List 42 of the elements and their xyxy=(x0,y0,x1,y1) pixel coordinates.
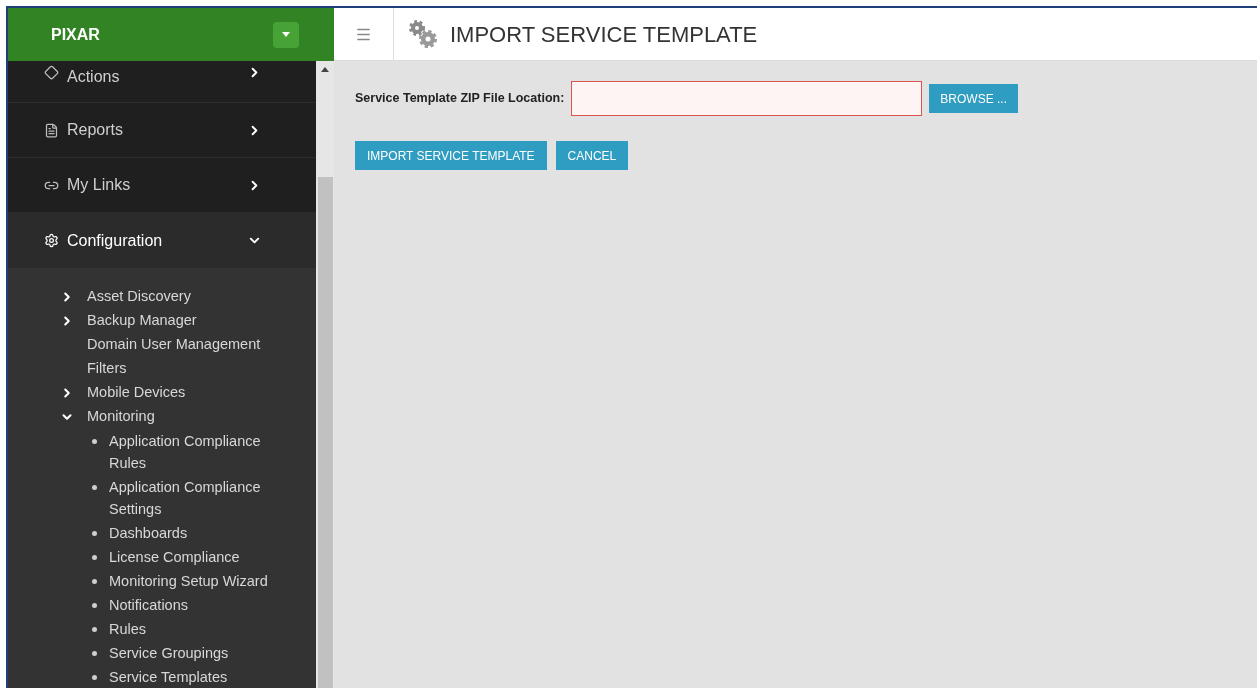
nav-label: My Links xyxy=(67,175,132,195)
menu-item[interactable]: License Compliance xyxy=(109,546,289,568)
menu-item[interactable]: Application Compliance Rules xyxy=(109,430,289,474)
field-label: Service Template ZIP File Location: xyxy=(355,90,565,108)
menu-item[interactable]: Rules xyxy=(109,618,289,640)
zip-location-field[interactable] xyxy=(571,81,923,116)
scroll-up-icon[interactable] xyxy=(321,67,329,72)
scrollbar[interactable] xyxy=(316,61,334,688)
menu-item[interactable]: Application Compliance Settings xyxy=(109,476,289,520)
bullet-icon xyxy=(92,627,97,632)
menu-item[interactable]: Monitoring xyxy=(87,406,155,428)
brand-title: PIXAR xyxy=(51,24,100,45)
nav-label: Reports xyxy=(67,120,125,140)
bullet-icon xyxy=(92,555,97,560)
dropdown-button[interactable] xyxy=(273,21,299,48)
gears-icon xyxy=(406,18,440,50)
nav-label: Actions xyxy=(67,67,121,87)
bullet-icon xyxy=(92,579,97,584)
diamond-icon xyxy=(44,65,59,80)
page-title: IMPORT SERVICE TEMPLATE xyxy=(450,20,758,49)
bullet-icon xyxy=(92,651,97,656)
menu-item[interactable]: Domain User Management xyxy=(87,334,261,356)
bullet-icon xyxy=(92,485,97,490)
document-icon xyxy=(44,122,59,138)
menu-item[interactable]: Dashboards xyxy=(109,522,289,544)
menu-item[interactable]: Service Templates xyxy=(109,666,289,688)
menu-item[interactable]: Monitoring Setup Wizard xyxy=(109,570,289,592)
nav-item[interactable]: Configuration xyxy=(8,213,316,268)
menu-item[interactable]: Service Groupings xyxy=(109,642,289,664)
bullet-icon xyxy=(92,675,97,680)
bullet-icon xyxy=(92,439,97,444)
bullet-icon xyxy=(92,603,97,608)
menu-item[interactable]: Backup Manager xyxy=(87,310,197,332)
gear-icon xyxy=(44,233,59,248)
scrollbar-thumb[interactable] xyxy=(317,177,333,688)
bullet-icon xyxy=(92,531,97,536)
caret-down-icon xyxy=(282,32,290,37)
nav-label: Configuration xyxy=(67,230,164,251)
menu-item[interactable]: Asset Discovery xyxy=(87,286,191,308)
menu-item[interactable]: Mobile Devices xyxy=(87,382,186,404)
menu-item[interactable]: Notifications xyxy=(109,594,289,616)
menu-item[interactable]: Filters xyxy=(87,358,127,380)
